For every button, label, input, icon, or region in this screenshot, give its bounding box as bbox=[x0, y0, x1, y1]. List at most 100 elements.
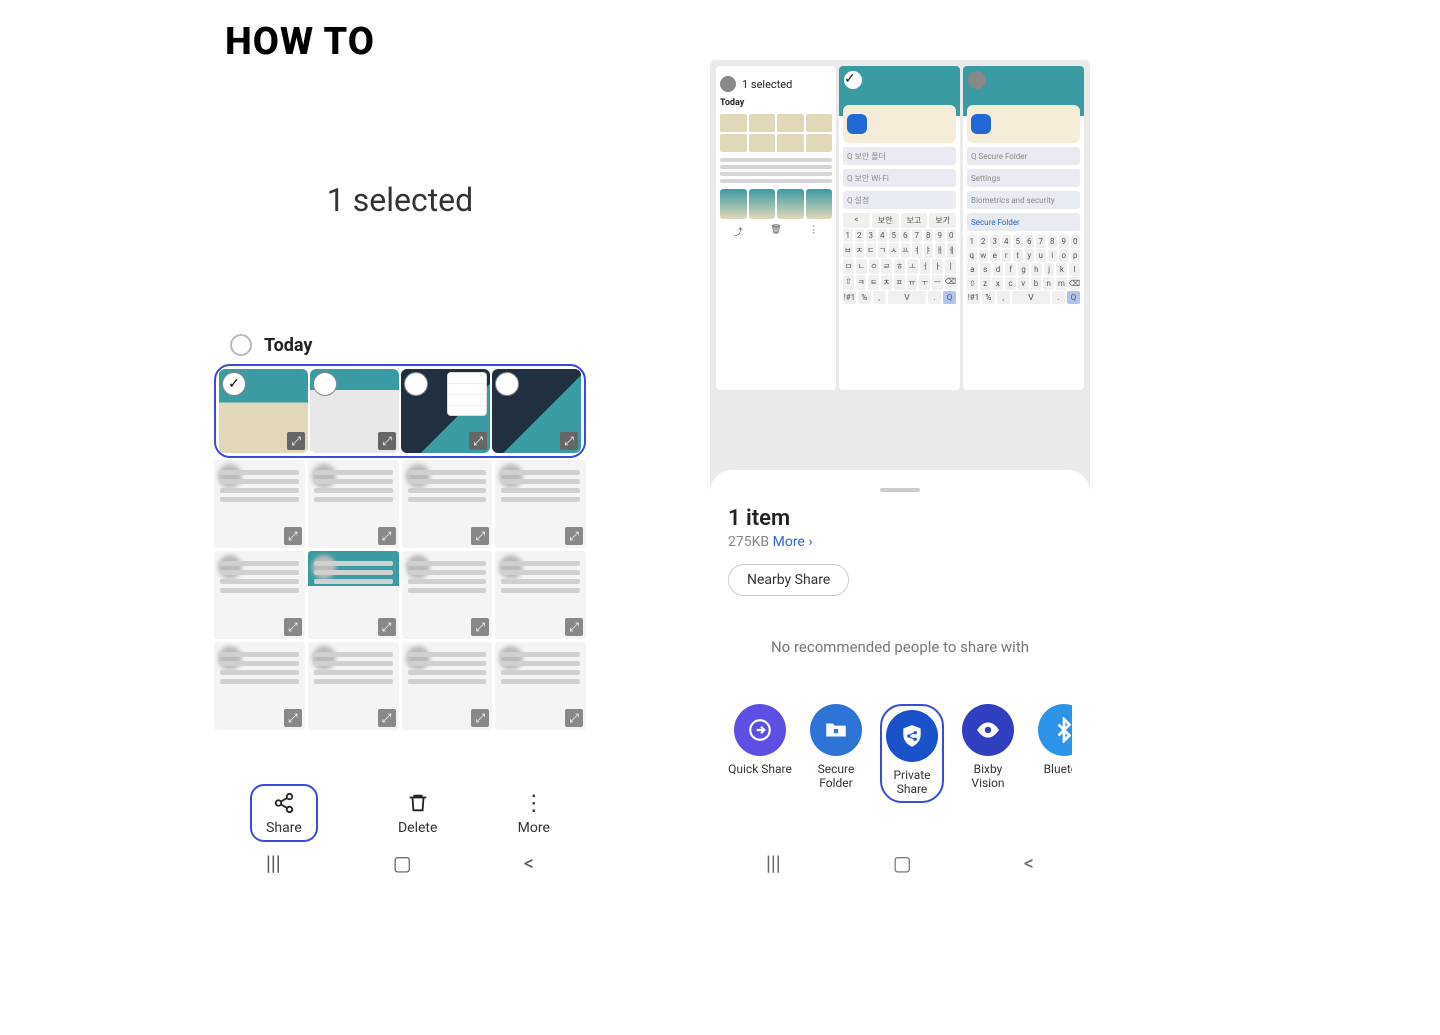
nav-bar: ||| ▢ < bbox=[210, 846, 590, 880]
thumb[interactable]: ⤢ bbox=[495, 642, 586, 730]
select-circle[interactable] bbox=[496, 373, 518, 395]
mini-action-row: ⤴ 🗑 ⋮ bbox=[720, 225, 832, 238]
app-label: Bluetoo bbox=[1044, 762, 1072, 776]
keyboard-row: qwertyuiop bbox=[966, 249, 1081, 262]
thumb[interactable]: ⤢ bbox=[308, 551, 399, 639]
selected-count: 1 selected bbox=[210, 60, 590, 340]
select-all-circle[interactable] bbox=[230, 334, 252, 356]
preview-strip: 1 selected Today ⤴ 🗑 ⋮ ✓ Q 보안 폴더 Q 보안 Wi… bbox=[710, 60, 1090, 390]
app-label: Bixby Vision bbox=[956, 762, 1020, 791]
share-app-quick-share[interactable]: Quick Share bbox=[728, 704, 792, 803]
app-card bbox=[843, 105, 956, 143]
preview-col-search-ko: ✓ Q 보안 폴더 Q 보안 Wi-Fi Q 설정 <보안보고보기 123456… bbox=[839, 66, 960, 390]
more-link[interactable]: More › bbox=[773, 534, 813, 550]
nearby-share-button[interactable]: Nearby Share bbox=[728, 564, 849, 596]
thumb-grid: ⤢ ⤢ ⤢ ⤢ ⤢ ⤢ ⤢ ⤢ ⤢ ⤢ ⤢ ⤢ bbox=[214, 460, 586, 730]
select-circle[interactable] bbox=[405, 373, 427, 395]
expand-icon[interactable]: ⤢ bbox=[284, 618, 302, 636]
recents-button[interactable]: ||| bbox=[266, 851, 281, 875]
check-icon[interactable]: ✓ bbox=[223, 373, 245, 395]
preview-col-search-en: Q Secure Folder Settings Biometrics and … bbox=[963, 66, 1084, 390]
share-app-secure-folder[interactable]: Secure Folder bbox=[804, 704, 868, 803]
gallery-select-screen: 1 selected Today ✓ ⤢ ⤢ ⤢ ⤢ ⤢ ⤢ ⤢ ⤢ ⤢ ⤢ bbox=[210, 60, 590, 880]
delete-label: Delete bbox=[398, 820, 437, 836]
trash-icon bbox=[405, 790, 431, 816]
mini-thumb-grid bbox=[720, 114, 832, 152]
share-app-private-share[interactable]: Private Share bbox=[880, 704, 944, 803]
thumb-2[interactable]: ⤢ bbox=[310, 369, 399, 453]
expand-icon[interactable]: ⤢ bbox=[560, 432, 578, 450]
more-vertical-icon: ⋮ bbox=[809, 225, 818, 238]
search-result: Biometrics and security bbox=[967, 191, 1080, 209]
mini-popup bbox=[447, 372, 487, 416]
thumb[interactable]: ⤢ bbox=[214, 460, 305, 548]
expand-icon[interactable]: ⤢ bbox=[284, 709, 302, 727]
thumb[interactable]: ⤢ bbox=[308, 642, 399, 730]
share-app-bluetooth[interactable]: Bluetoo bbox=[1032, 704, 1072, 803]
chevron-right-icon: › bbox=[808, 534, 812, 550]
date-section-row[interactable]: Today bbox=[210, 330, 590, 360]
thumb-4[interactable]: ⤢ bbox=[492, 369, 581, 453]
keyboard-tabs: <보안보고보기 bbox=[842, 213, 957, 228]
expand-icon[interactable]: ⤢ bbox=[471, 527, 489, 545]
select-circle[interactable] bbox=[314, 373, 336, 395]
bluetooth-icon bbox=[1038, 704, 1072, 756]
share-icon bbox=[271, 790, 297, 816]
thumb-1[interactable]: ✓ ⤢ bbox=[219, 369, 308, 453]
app-label: Private Share bbox=[886, 768, 938, 797]
recents-button[interactable]: ||| bbox=[766, 851, 781, 875]
thumb[interactable]: ⤢ bbox=[214, 642, 305, 730]
page-title: HOW TO bbox=[225, 20, 375, 64]
share-sheet-screen: 1 selected Today ⤴ 🗑 ⋮ ✓ Q 보안 폴더 Q 보안 Wi… bbox=[710, 60, 1090, 880]
expand-icon[interactable]: ⤢ bbox=[284, 527, 302, 545]
keyboard-row: ⇧zxcvbnm⌫ bbox=[966, 277, 1081, 290]
thumb[interactable]: ⤢ bbox=[402, 551, 493, 639]
delete-button[interactable]: Delete bbox=[398, 790, 437, 836]
expand-icon[interactable]: ⤢ bbox=[378, 709, 396, 727]
expand-icon[interactable]: ⤢ bbox=[471, 709, 489, 727]
thumb[interactable]: ⤢ bbox=[308, 460, 399, 548]
expand-icon[interactable]: ⤢ bbox=[565, 618, 583, 636]
search-result: Q 보안 폴더 bbox=[843, 147, 956, 165]
thumb[interactable]: ⤢ bbox=[402, 642, 493, 730]
search-result: Q 설정 bbox=[843, 191, 956, 209]
thumb[interactable]: ⤢ bbox=[214, 551, 305, 639]
preview-col-gallery: 1 selected Today ⤴ 🗑 ⋮ bbox=[716, 66, 836, 390]
expand-icon[interactable]: ⤢ bbox=[378, 432, 396, 450]
more-label: More bbox=[518, 820, 550, 836]
back-button[interactable]: < bbox=[524, 851, 534, 875]
share-icon: ⤴ bbox=[734, 225, 743, 238]
share-app-bixby-vision[interactable]: Bixby Vision bbox=[956, 704, 1020, 803]
thumb-3[interactable]: ⤢ bbox=[401, 369, 490, 453]
expand-icon[interactable]: ⤢ bbox=[378, 527, 396, 545]
bottom-action-bar: Share Delete ⋮ More bbox=[210, 781, 590, 845]
expand-icon[interactable]: ⤢ bbox=[287, 432, 305, 450]
keyboard-row: ㅁㄴㅇㄹㅎㅗㅓㅏㅣ bbox=[842, 259, 957, 274]
back-button[interactable]: < bbox=[1024, 851, 1034, 875]
expand-icon[interactable]: ⤢ bbox=[469, 432, 487, 450]
mini-list bbox=[720, 158, 832, 183]
no-recommended-text: No recommended people to share with bbox=[728, 638, 1072, 656]
arrow-circle-icon bbox=[734, 704, 786, 756]
sheet-subtitle: 275KB More › bbox=[728, 534, 1072, 550]
share-label: Share bbox=[266, 820, 302, 836]
share-button[interactable]: Share bbox=[250, 784, 318, 842]
keyboard-row: !#1%,ᐯ.Q bbox=[842, 291, 957, 304]
expand-icon[interactable]: ⤢ bbox=[565, 709, 583, 727]
home-button[interactable]: ▢ bbox=[893, 851, 912, 875]
thumb[interactable]: ⤢ bbox=[495, 460, 586, 548]
search-result: Secure Folder bbox=[967, 213, 1080, 231]
expand-icon[interactable]: ⤢ bbox=[471, 618, 489, 636]
sheet-handle[interactable] bbox=[880, 488, 920, 492]
more-button[interactable]: ⋮ More bbox=[518, 790, 550, 836]
share-sheet: 1 item 275KB More › Nearby Share No reco… bbox=[710, 470, 1090, 880]
date-label: Today bbox=[264, 335, 313, 356]
home-button[interactable]: ▢ bbox=[393, 851, 412, 875]
nav-bar: ||| ▢ < bbox=[710, 846, 1090, 880]
search-result: Q Secure Folder bbox=[967, 147, 1080, 165]
expand-icon[interactable]: ⤢ bbox=[565, 527, 583, 545]
keyboard-row: 1234567890 bbox=[966, 235, 1081, 248]
thumb[interactable]: ⤢ bbox=[495, 551, 586, 639]
thumb[interactable]: ⤢ bbox=[402, 460, 493, 548]
expand-icon[interactable]: ⤢ bbox=[378, 618, 396, 636]
